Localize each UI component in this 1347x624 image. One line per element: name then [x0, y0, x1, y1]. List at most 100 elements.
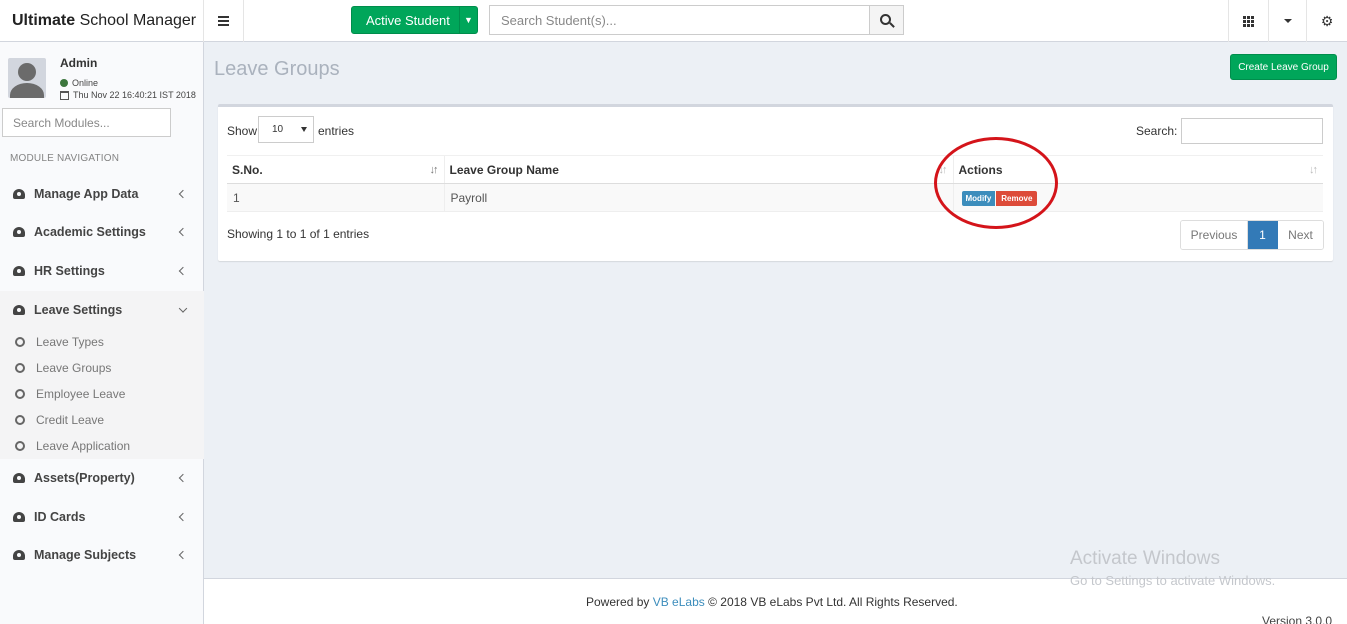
- circle-icon: [15, 415, 25, 425]
- user-panel: Admin Online Thu Nov 22 16:40:21 IST 201…: [0, 42, 204, 106]
- sidebar-item-label: Leave Settings: [34, 303, 123, 317]
- entries-per-page-value: 10: [272, 124, 284, 135]
- sidebar: Admin Online Thu Nov 22 16:40:21 IST 201…: [0, 42, 204, 624]
- app-title[interactable]: Ultimate School Manager: [0, 0, 204, 42]
- sidebar-subitem-label: Employee Leave: [36, 387, 126, 401]
- sidebar-subitem-label: Leave Groups: [36, 361, 112, 375]
- column-header-actions[interactable]: Actions ↓↑: [952, 155, 1323, 184]
- student-search-input[interactable]: [489, 5, 870, 35]
- cell-sno: 1: [227, 183, 444, 212]
- cell-actions: Modify Remove: [952, 183, 1323, 212]
- powered-by-text: Powered by: [586, 595, 650, 609]
- dashboard-icon: [13, 188, 27, 200]
- online-dot-icon: [60, 79, 68, 87]
- pagination: Previous 1 Next: [1180, 220, 1324, 250]
- modify-button[interactable]: Modify: [961, 190, 996, 206]
- sidebar-subitem-leave-types[interactable]: Leave Types: [0, 329, 204, 355]
- user-timestamp-text: Thu Nov 22 16:40:21 IST 2018: [73, 90, 196, 100]
- pagination-previous[interactable]: Previous: [1181, 221, 1248, 249]
- user-menu-button[interactable]: [1268, 0, 1306, 42]
- dashboard-icon: [13, 472, 27, 484]
- apps-grid-icon: [1243, 15, 1254, 27]
- watermark-subtitle: Go to Settings to activate Windows.: [1070, 573, 1276, 588]
- app-title-bold: Ultimate: [12, 12, 76, 29]
- gears-icon: ⚙: [1320, 12, 1334, 29]
- module-search-input[interactable]: [2, 108, 171, 137]
- user-timestamp: Thu Nov 22 16:40:21 IST 2018: [60, 90, 196, 100]
- active-student-dropdown[interactable]: Active Student ▼: [351, 6, 478, 34]
- active-student-label: Active Student: [366, 12, 450, 28]
- column-header-label: Leave Group Name: [449, 162, 559, 177]
- student-search-button[interactable]: [869, 5, 904, 35]
- leave-groups-panel: Show 10 entries Search: S.No. ↓↑ Leave Gr…: [218, 104, 1333, 261]
- calendar-icon: [60, 90, 69, 100]
- company-link[interactable]: VB eLabs: [653, 595, 705, 609]
- show-label: Show: [227, 124, 258, 138]
- column-header-label: Actions: [958, 162, 1003, 177]
- sort-icon: ↓↑: [938, 164, 948, 176]
- table-header-row: S.No. ↓↑ Leave Group Name ↓↑ Actions ↓↑: [227, 155, 1323, 184]
- copyright-text: © 2018 VB eLabs Pvt Ltd. All Rights Rese…: [708, 595, 958, 609]
- pagination-next[interactable]: Next: [1278, 221, 1323, 249]
- sort-ascending-icon: ↓↑: [429, 164, 439, 176]
- dashboard-icon: [13, 549, 27, 561]
- table-search-label: Search:: [1136, 124, 1178, 138]
- create-leave-group-button[interactable]: Create Leave Group: [1230, 54, 1337, 80]
- circle-icon: [15, 337, 25, 347]
- sidebar-subitem-employee-leave[interactable]: Employee Leave: [0, 381, 204, 407]
- leave-groups-table: S.No. ↓↑ Leave Group Name ↓↑ Actions ↓↑ 1 P…: [227, 155, 1323, 212]
- sidebar-item-manage-app-data[interactable]: Manage App Data: [0, 175, 204, 213]
- sidebar-subitem-label: Leave Application: [36, 439, 131, 453]
- circle-icon: [15, 441, 25, 451]
- version-text: Version 3.0.0: [1262, 614, 1333, 624]
- entries-per-page-select[interactable]: 10: [258, 116, 314, 143]
- sidebar-subitem-leave-groups[interactable]: Leave Groups: [0, 355, 204, 381]
- user-avatar-icon: [8, 58, 46, 98]
- user-name: Admin: [60, 56, 98, 70]
- sidebar-item-leave-settings[interactable]: Leave Settings: [0, 291, 204, 329]
- caret-down-icon[interactable]: ▼: [459, 7, 477, 33]
- app-title-rest: School Manager: [75, 12, 197, 29]
- watermark-title: Activate Windows: [1070, 548, 1220, 569]
- sidebar-item-id-cards[interactable]: ID Cards: [0, 498, 204, 536]
- sidebar-item-hr-settings[interactable]: HR Settings: [0, 252, 204, 290]
- user-status: Online: [60, 78, 98, 88]
- dashboard-icon: [13, 265, 27, 277]
- cell-leave-group-name: Payroll: [443, 183, 953, 212]
- dashboard-icon: [13, 511, 27, 523]
- apps-button[interactable]: [1228, 0, 1268, 42]
- nav-header: MODULE NAVIGATION: [10, 153, 120, 164]
- table-search-input[interactable]: [1181, 118, 1323, 144]
- page-title: Leave Groups: [214, 58, 340, 80]
- dashboard-icon: [13, 226, 27, 238]
- circle-icon: [15, 389, 25, 399]
- footer-text: Powered by VB eLabs © 2018 VB eLabs Pvt …: [586, 595, 958, 609]
- caret-down-icon: [301, 127, 307, 132]
- circle-icon: [15, 363, 25, 373]
- sidebar-item-academic-settings[interactable]: Academic Settings: [0, 213, 204, 251]
- sidebar-item-assets-property[interactable]: Assets(Property): [0, 459, 204, 497]
- sort-icon: ↓↑: [1309, 164, 1318, 176]
- remove-button[interactable]: Remove: [996, 190, 1038, 206]
- column-header-leave-group-name[interactable]: Leave Group Name ↓↑: [443, 155, 953, 184]
- settings-button[interactable]: ⚙: [1306, 0, 1347, 42]
- sidebar-toggle-button[interactable]: [204, 0, 244, 42]
- user-status-text: Online: [72, 78, 99, 88]
- table-row: 1 Payroll Modify Remove: [227, 183, 1323, 212]
- top-navbar: Ultimate School Manager Active Student ▼…: [0, 0, 1347, 42]
- dashboard-icon: [13, 304, 27, 316]
- windows-activation-watermark: Activate Windows Go to Settings to activ…: [1070, 548, 1275, 588]
- sidebar-subitem-leave-application[interactable]: Leave Application: [0, 433, 204, 459]
- column-header-sno[interactable]: S.No. ↓↑: [227, 155, 444, 184]
- hamburger-icon: [218, 16, 229, 26]
- caret-down-icon: [1283, 19, 1292, 23]
- sidebar-subitem-label: Leave Types: [36, 335, 104, 349]
- entries-label: entries: [318, 124, 355, 138]
- sidebar-item-manage-subjects[interactable]: Manage Subjects: [0, 536, 204, 574]
- column-header-label: S.No.: [232, 162, 263, 177]
- sidebar-subitem-label: Credit Leave: [36, 413, 105, 427]
- pagination-page-1[interactable]: 1: [1248, 221, 1278, 249]
- table-info: Showing 1 to 1 of 1 entries: [227, 227, 370, 241]
- search-icon: [880, 13, 891, 25]
- sidebar-subitem-credit-leave[interactable]: Credit Leave: [0, 407, 204, 433]
